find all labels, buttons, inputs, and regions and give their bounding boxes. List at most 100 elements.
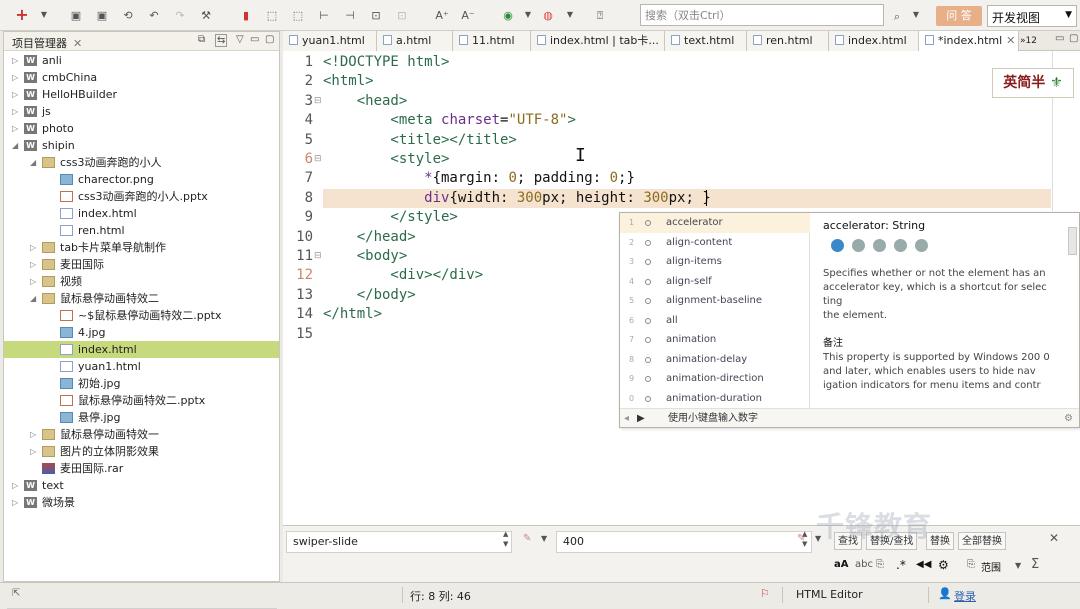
expanded-icon[interactable]: ◢ <box>30 154 36 171</box>
next-icon[interactable]: ▶ <box>637 409 645 428</box>
help-icon[interactable]: ⍰ <box>592 7 608 23</box>
tree-item[interactable]: index.html <box>4 341 279 358</box>
tree-item[interactable]: ◢ Wshipin <box>4 137 279 154</box>
code-line[interactable]: div{width: 300px; height: 300px; } <box>323 188 1051 208</box>
prev-icon[interactable]: ◂ <box>624 409 629 428</box>
collapsed-icon[interactable]: ▷ <box>30 273 36 290</box>
find-field[interactable]: swiper-slide <box>286 531 512 553</box>
code-line[interactable]: </body> <box>323 286 416 305</box>
tree-item[interactable]: css3动画奔跑的小人.pptx <box>4 188 279 205</box>
tree-item[interactable]: ~$鼠标悬停动画特效二.pptx <box>4 307 279 324</box>
format-icon[interactable]: ⚒ <box>198 7 214 23</box>
code-line[interactable]: </style> <box>323 208 457 227</box>
editor-tab[interactable]: index.html | tab卡... <box>531 31 665 51</box>
tree-item[interactable]: ▷ 麦田国际 <box>4 256 279 273</box>
outdent-icon[interactable]: ⊣ <box>342 7 358 23</box>
browser-chrome-icon[interactable]: ◍ <box>540 7 556 23</box>
maximize-icon[interactable]: ▢ <box>265 34 274 45</box>
font-decrease-icon[interactable]: A⁻ <box>460 7 476 23</box>
minimize-icon[interactable]: ▭ <box>1055 33 1064 44</box>
scope-icon[interactable]: ⎘ <box>967 559 975 570</box>
whole-word-icon[interactable]: abc <box>855 559 873 570</box>
comment-icon[interactable]: ⊡ <box>368 7 384 23</box>
code-line[interactable]: <head> <box>323 92 408 111</box>
login-link[interactable]: 登录 <box>954 588 976 604</box>
code-line[interactable]: </head> <box>323 228 416 247</box>
new-icon[interactable]: + <box>14 7 30 23</box>
close-icon[interactable]: ✕ <box>1049 531 1059 545</box>
editor-tab[interactable]: a.html <box>377 31 453 51</box>
editor-tab[interactable]: 11.html <box>453 31 531 51</box>
field-scroll-down-icon[interactable]: ▼ <box>503 540 508 548</box>
collapsed-icon[interactable]: ▷ <box>12 69 18 86</box>
tree-item[interactable]: 初始.jpg <box>4 375 279 392</box>
insert-tag-icon[interactable]: ⬚ <box>264 7 280 23</box>
tree-item[interactable]: ▷ 图片的立体阴影效果 <box>4 443 279 460</box>
autocomplete-item[interactable]: 8 animation-delay <box>620 350 810 370</box>
expanded-icon[interactable]: ◢ <box>30 290 36 307</box>
fold-icon[interactable]: ⊟ <box>314 96 322 106</box>
editor-tab[interactable]: text.html <box>665 31 747 51</box>
previous-icon[interactable]: ◀◀ <box>916 559 931 570</box>
expanded-icon[interactable]: ◢ <box>12 137 18 154</box>
replace-all-button[interactable]: 全部替换 <box>958 532 1006 550</box>
maximize-icon[interactable]: ▢ <box>1069 33 1078 44</box>
new-dropdown-icon[interactable]: ▼ <box>36 7 52 23</box>
tree-item[interactable]: ▷ 鼠标悬停动画特效一 <box>4 426 279 443</box>
view-selector[interactable]: 开发视图 ▼ <box>987 5 1077 27</box>
tree-item[interactable]: charector.png <box>4 171 279 188</box>
collapsed-icon[interactable]: ▷ <box>30 443 36 460</box>
find-options-icon[interactable]: ✎ <box>523 533 531 544</box>
save-all-icon[interactable]: ▣ <box>94 7 110 23</box>
code-line[interactable]: <!DOCTYPE html> <box>323 53 449 72</box>
chevron-down-icon[interactable]: ▼ <box>1015 561 1021 570</box>
fold-icon[interactable]: ⊟ <box>314 251 322 261</box>
bookmark-icon[interactable]: ▮ <box>238 7 254 23</box>
collapsed-icon[interactable]: ▷ <box>12 86 18 103</box>
collapsed-icon[interactable]: ▷ <box>30 426 36 443</box>
code-line[interactable]: <meta charset="UTF-8"> <box>323 111 576 130</box>
editor-tab[interactable]: ren.html <box>747 31 829 51</box>
indent-icon[interactable]: ⊢ <box>316 7 332 23</box>
chevron-down-icon[interactable]: ▼ <box>541 534 547 543</box>
run-dropdown-icon[interactable]: ▼ <box>520 7 536 23</box>
minimize-icon[interactable]: ▭ <box>250 34 259 45</box>
replace-options-icon[interactable]: ✎ <box>797 533 805 544</box>
close-icon[interactable]: ✕ <box>73 37 82 50</box>
autocomplete-item[interactable]: 2 align-content <box>620 233 810 253</box>
autocomplete-item[interactable]: 4 align-self <box>620 272 810 292</box>
tree-item[interactable]: ▷ W 微场景 <box>4 494 279 511</box>
autocomplete-item[interactable]: 0 animation-duration <box>620 389 810 409</box>
doc-scrollbar[interactable] <box>1068 227 1077 255</box>
wrap-tag-icon[interactable]: ⬚ <box>290 7 306 23</box>
collapsed-icon[interactable]: ▷ <box>12 477 18 494</box>
search-icon[interactable]: ⌕ <box>889 8 905 24</box>
redo-icon[interactable]: ↷ <box>172 7 188 23</box>
ask-button[interactable]: 问 答 <box>936 6 982 26</box>
selection-icon[interactable]: ⎘ <box>876 559 884 570</box>
fold-icon[interactable]: ⊟ <box>314 154 322 164</box>
settings-icon[interactable]: ⚙ <box>938 558 949 572</box>
collapsed-icon[interactable]: ▷ <box>12 494 18 511</box>
autocomplete-item[interactable]: 1 accelerator <box>620 213 810 233</box>
tree-item[interactable]: ▷ tab卡片菜单导航制作 <box>4 239 279 256</box>
scope-label[interactable]: 范围 <box>981 559 1001 574</box>
code-line[interactable]: <title></title> <box>323 131 516 150</box>
regex-icon[interactable]: .* <box>896 558 906 572</box>
uncomment-icon[interactable]: ⊡ <box>394 7 410 23</box>
collapsed-icon[interactable]: ▷ <box>30 239 36 256</box>
save-icon[interactable]: ▣ <box>68 7 84 23</box>
search-input[interactable]: 搜索（双击Ctrl） <box>640 4 884 26</box>
tree-item[interactable]: ▷ 视频 <box>4 273 279 290</box>
collapsed-icon[interactable]: ▷ <box>12 103 18 120</box>
replace-field[interactable]: 400 <box>556 531 812 553</box>
editor-tab[interactable]: yuan1.html <box>283 31 377 51</box>
tree-item[interactable]: index.html <box>4 205 279 222</box>
autocomplete-item[interactable]: 5 alignment-baseline <box>620 291 810 311</box>
tree-item[interactable]: 4.jpg <box>4 324 279 341</box>
code-line[interactable]: <body> <box>323 247 408 266</box>
code-line[interactable]: *{margin: 0; padding: 0;} <box>323 169 635 188</box>
close-icon[interactable]: ✕ <box>1006 34 1015 47</box>
editor-tab[interactable]: *index.html ✕ <box>919 31 1019 51</box>
tree-item[interactable]: 鼠标悬停动画特效二.pptx <box>4 392 279 409</box>
